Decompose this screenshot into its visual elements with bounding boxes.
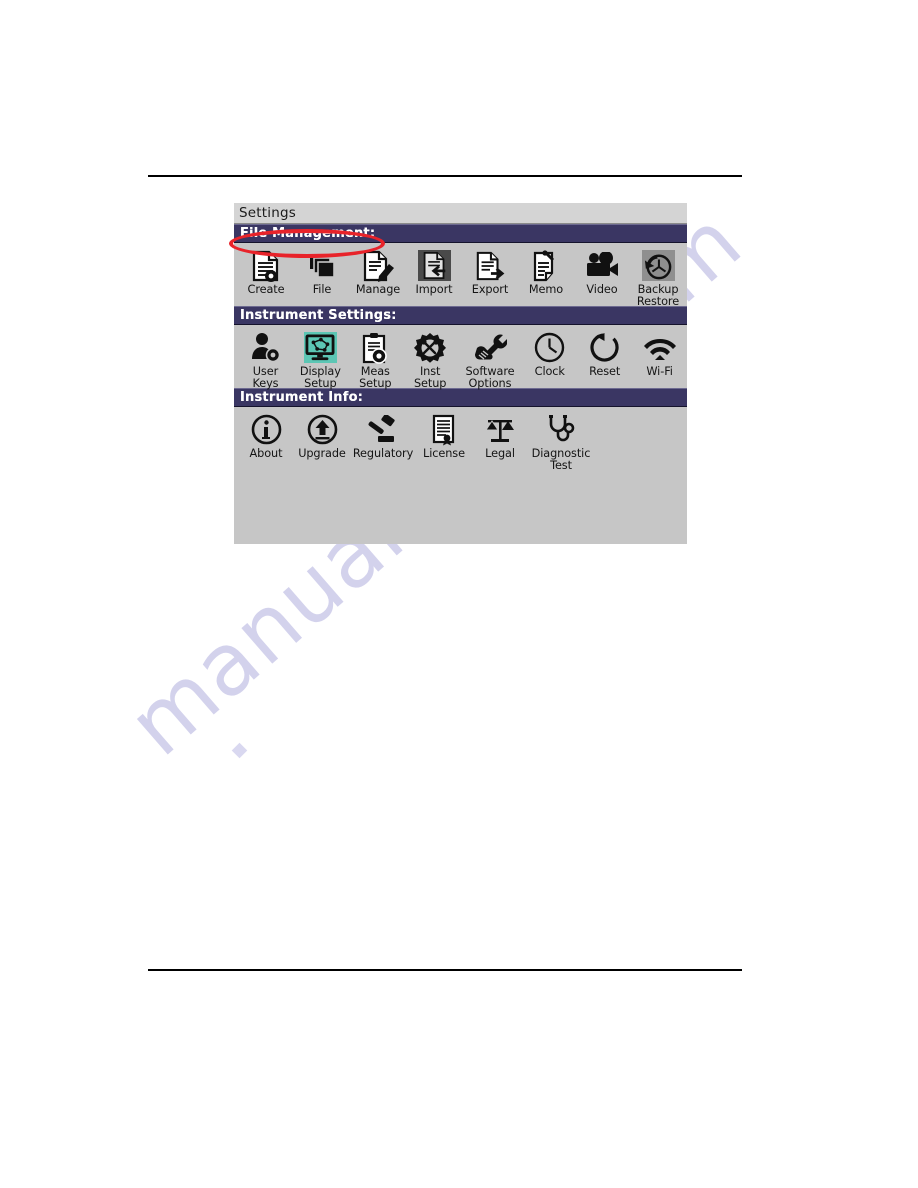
- menu-item-label: Display Setup: [299, 365, 341, 390]
- menu-item-license[interactable]: License: [416, 412, 472, 460]
- clipboard-gear-icon: [356, 330, 394, 365]
- wifi-icon: [641, 330, 679, 365]
- scales-icon: [481, 412, 519, 447]
- section-header-label: Instrument Settings:: [240, 308, 397, 323]
- menu-item-reset[interactable]: Reset: [577, 330, 632, 378]
- menu-item-regulatory[interactable]: Regulatory: [350, 412, 416, 460]
- reset-arrow-icon: [586, 330, 624, 365]
- menu-item-memo[interactable]: Memo: [518, 248, 574, 296]
- page-rule-bottom: [148, 969, 742, 971]
- page-watermark: manualshive.com: [0, 0, 918, 1188]
- gavel-icon: [364, 412, 402, 447]
- menu-item-user-keys[interactable]: User Keys: [238, 330, 293, 390]
- menu-item-label: Video: [586, 283, 618, 296]
- menu-item-label: Legal: [485, 447, 515, 460]
- menu-item-label: Backup Restore: [636, 283, 680, 308]
- menu-item-backup-restore[interactable]: Backup Restore: [630, 248, 686, 308]
- menu-item-import[interactable]: Import: [406, 248, 462, 296]
- menu-item-label: User Keys: [252, 365, 279, 390]
- section-header-instrument-settings: Instrument Settings:: [234, 306, 687, 325]
- menu-item-label: Upgrade: [298, 447, 346, 460]
- upload-circle-icon: [303, 412, 341, 447]
- menu-item-wifi[interactable]: Wi-Fi: [632, 330, 687, 378]
- section-header-instrument-info: Instrument Info:: [234, 388, 687, 407]
- section-header-label: Instrument Info:: [240, 390, 364, 405]
- backup-restore-icon: [639, 248, 677, 283]
- menu-item-clock[interactable]: Clock: [522, 330, 577, 378]
- icon-row-instrument-info: About Upgrade Regulatory License Legal D…: [234, 407, 687, 472]
- menu-item-label: Create: [247, 283, 285, 296]
- menu-item-label: Import: [415, 283, 453, 296]
- settings-screen-panel: Settings File Management: Create File Ma…: [234, 203, 687, 544]
- memo-pen-icon: [527, 248, 565, 283]
- menu-item-diagnostic-test[interactable]: Diagnostic Test: [528, 412, 594, 472]
- page-rule-top: [148, 175, 742, 177]
- menu-item-video[interactable]: Video: [574, 248, 630, 296]
- menu-item-upgrade[interactable]: Upgrade: [294, 412, 350, 460]
- file-stack-icon: [303, 248, 341, 283]
- menu-item-legal[interactable]: Legal: [472, 412, 528, 460]
- menu-item-display-setup[interactable]: Display Setup: [293, 330, 348, 390]
- menu-item-label: License: [423, 447, 465, 460]
- user-gear-icon: [246, 330, 284, 365]
- menu-item-manage[interactable]: Manage: [350, 248, 406, 296]
- document-import-icon: [415, 248, 453, 283]
- menu-item-label: About: [249, 447, 283, 460]
- section-header-file-management: File Management:: [234, 224, 687, 243]
- clock-icon: [531, 330, 569, 365]
- video-camera-icon: [583, 248, 621, 283]
- document-new-icon: [247, 248, 285, 283]
- menu-item-file[interactable]: File: [294, 248, 350, 296]
- icon-row-instrument-settings: User Keys Display Setup Meas Setup Inst …: [234, 325, 687, 390]
- menu-item-label: Regulatory: [352, 447, 414, 460]
- menu-item-label: Diagnostic Test: [531, 447, 591, 472]
- stethoscope-icon: [542, 412, 580, 447]
- menu-item-label: Clock: [534, 365, 565, 378]
- titlebar: Settings: [234, 203, 687, 224]
- menu-item-label: Inst Setup: [413, 365, 447, 390]
- icon-row-file-management: Create File Manage Import Export Memo Vi…: [234, 243, 687, 308]
- menu-item-label: Memo: [528, 283, 564, 296]
- menu-item-label: File: [312, 283, 332, 296]
- menu-item-label: Meas Setup: [359, 365, 392, 390]
- hand-wrench-icon: [471, 330, 509, 365]
- menu-item-label: Reset: [589, 365, 621, 378]
- menu-item-about[interactable]: About: [238, 412, 294, 460]
- section-header-label: File Management:: [240, 226, 376, 241]
- menu-item-label: Software Options: [465, 365, 515, 390]
- watermark-diamond: [231, 742, 248, 759]
- menu-item-export[interactable]: Export: [462, 248, 518, 296]
- document-edit-icon: [359, 248, 397, 283]
- menu-item-meas-setup[interactable]: Meas Setup: [348, 330, 403, 390]
- menu-item-label: Export: [471, 283, 509, 296]
- info-circle-icon: [247, 412, 285, 447]
- document-export-icon: [471, 248, 509, 283]
- display-monitor-icon: [301, 330, 339, 365]
- page-title: Settings: [239, 205, 296, 221]
- menu-item-inst-setup[interactable]: Inst Setup: [403, 330, 458, 390]
- menu-item-label: Wi-Fi: [646, 365, 673, 378]
- gear-tools-icon: [411, 330, 449, 365]
- certificate-icon: [425, 412, 463, 447]
- menu-item-create[interactable]: Create: [238, 248, 294, 296]
- menu-item-label: Manage: [355, 283, 401, 296]
- menu-item-software-options[interactable]: Software Options: [458, 330, 523, 390]
